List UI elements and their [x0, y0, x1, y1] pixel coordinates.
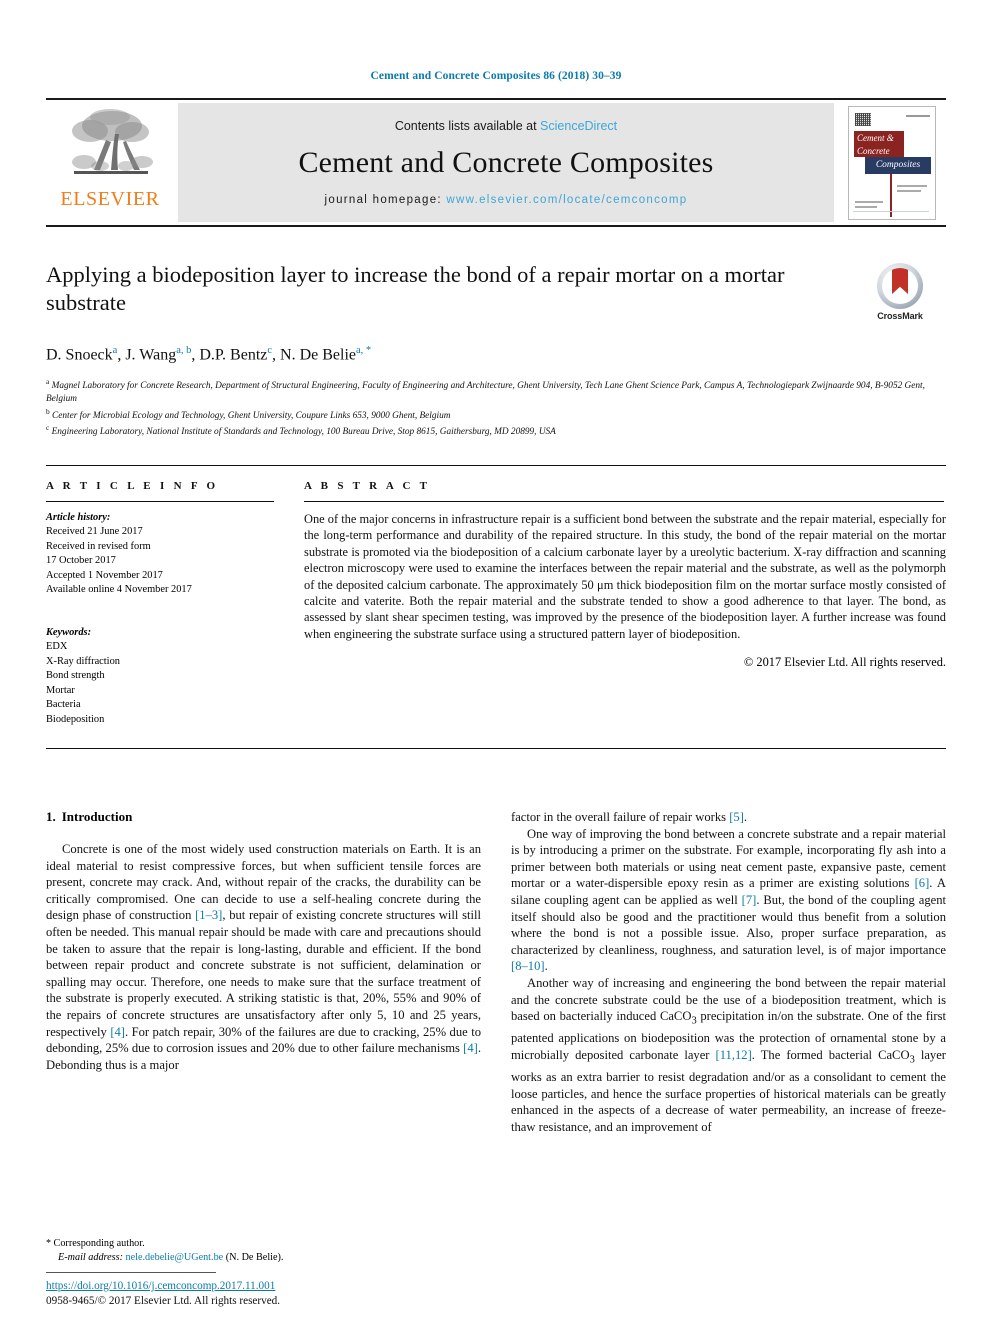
- footer-hairline: [46, 1272, 216, 1273]
- keyword-item-2: Bond strength: [46, 670, 105, 682]
- elsevier-wordmark: ELSEVIER: [60, 188, 160, 210]
- crossmark-label: CrossMark: [877, 311, 923, 321]
- cover-detail-rule-1: [897, 184, 927, 187]
- issn-copyright-line: 0958-9465/© 2017 Elsevier Ltd. All right…: [46, 1295, 281, 1307]
- journal-title: Cement and Concrete Composites: [298, 145, 714, 179]
- affiliation-mark-c: c: [46, 423, 50, 433]
- journal-cover-thumbnail: Cement & Concrete Composites: [848, 105, 936, 220]
- title-row: Applying a biodeposition layer to increa…: [46, 261, 946, 321]
- author-name-0: D. Snoeck: [46, 346, 113, 364]
- corresponding-author-footnote: * Corresponding author. E-mail address: …: [46, 1237, 486, 1265]
- journal-masthead: ELSEVIER Contents lists available at Sci…: [46, 98, 946, 227]
- cover-detail-rule-4: [855, 205, 877, 208]
- cover-title-band-red: Cement & Concrete: [854, 130, 904, 157]
- author-name-3: N. De Belie: [280, 346, 357, 364]
- abstract-text: One of the major concerns in infrastruct…: [304, 511, 946, 641]
- crossmark-badge-group[interactable]: CrossMark: [854, 263, 946, 321]
- cover-top-rule: [906, 114, 930, 117]
- body-columns: 1. Introduction Concrete is one of the mo…: [46, 809, 946, 1135]
- page-title: Applying a biodeposition layer to increa…: [46, 262, 785, 315]
- article-history-label: Article history:: [46, 511, 111, 523]
- affiliation-text-c: Engineering Laboratory, National Institu…: [51, 427, 556, 438]
- corresponding-author-marker: *: [46, 1238, 51, 1249]
- contents-prefix: Contents lists available at: [394, 118, 541, 133]
- body-paragraph: factor in the overall failure of repair …: [511, 809, 748, 824]
- email-line: E-mail address: nele.debelie@UGent.be (N…: [46, 1251, 486, 1265]
- cover-barcode-icon: [855, 112, 871, 126]
- article-info-divider: [46, 500, 274, 502]
- keyword-item-3: Mortar: [46, 684, 75, 696]
- email-label: E-mail address:: [58, 1252, 123, 1263]
- article-history-item-0: Received 21 June 2017: [46, 526, 143, 538]
- sciencedirect-link[interactable]: ScienceDirect: [540, 119, 617, 133]
- abstract-divider: [304, 500, 944, 502]
- journal-homepage-link[interactable]: www.elsevier.com/locate/cemconcomp: [446, 194, 687, 206]
- affiliation-mark-b: b: [46, 406, 50, 416]
- body-paragraph: One way of improving the bond between a …: [511, 826, 947, 974]
- author-marks-3: a, *: [356, 345, 372, 356]
- article-info-heading: A R T I C L E I N F O: [46, 479, 219, 492]
- body-paragraph: Concrete is one of the most widely used …: [46, 841, 481, 1072]
- article-history-item-3: Accepted 1 November 2017: [46, 569, 163, 581]
- section-number: 1.: [46, 808, 56, 824]
- affiliation-item-a: a Magnel Laboratory for Concrete Researc…: [46, 376, 946, 405]
- author-marks-1: a, b: [176, 345, 192, 356]
- homepage-prefix: journal homepage:: [324, 193, 447, 206]
- keyword-item-5: Biodeposition: [46, 713, 105, 725]
- doi-footer: https://doi.org/10.1016/j.cemconcomp.201…: [46, 1272, 506, 1309]
- crossmark-icon-inner: [882, 268, 918, 304]
- article-history-item-4: Available online 4 November 2017: [46, 584, 192, 596]
- body-column-left: 1. Introduction Concrete is one of the mo…: [46, 809, 481, 1135]
- cover-title-line1: Cement &: [857, 132, 894, 143]
- corresponding-author-line: * Corresponding author.: [46, 1237, 486, 1251]
- cover-title-line2: Concrete: [857, 145, 890, 156]
- keywords-block: Keywords: EDX X-Ray diffraction Bond str…: [46, 626, 274, 728]
- author-name-2: D.P. Bentz: [199, 346, 268, 364]
- info-abstract-block: A R T I C L E I N F O Article history: R…: [46, 464, 946, 749]
- section-heading-introduction: 1. Introduction: [46, 809, 481, 825]
- body-column-right: factor in the overall failure of repair …: [511, 809, 946, 1135]
- publisher-logo: ELSEVIER: [46, 100, 174, 225]
- cover-detail-rule-2: [897, 189, 921, 192]
- doi-link[interactable]: https://doi.org/10.1016/j.cemconcomp.201…: [46, 1279, 506, 1294]
- affiliation-item-b: b Center for Microbial Ecology and Techn…: [46, 406, 946, 423]
- author-name-1: J. Wang: [125, 346, 177, 364]
- body-paragraph: Another way of increasing and engineerin…: [511, 975, 946, 1134]
- author-list: D. Snoecka, J. Wanga, b, D.P. Bentzc, N.…: [46, 345, 372, 364]
- running-head: Cement and Concrete Composites 86 (2018)…: [370, 70, 622, 82]
- cover-title-band-navy: Composites: [865, 156, 931, 174]
- affiliation-text-a: Magnel Laboratory for Concrete Research,…: [46, 381, 925, 405]
- abstract-copyright: © 2017 Elsevier Ltd. All rights reserved…: [743, 655, 946, 670]
- keyword-item-0: EDX: [46, 641, 68, 653]
- article-page: Cement and Concrete Composites 86 (2018)…: [0, 0, 992, 1323]
- keywords-label: Keywords:: [46, 626, 92, 638]
- keyword-item-1: X-Ray diffraction: [46, 655, 120, 667]
- affiliation-item-c: c Engineering Laboratory, National Insti…: [46, 422, 946, 439]
- section-title: Introduction: [61, 808, 133, 824]
- author-marks-0: a: [112, 345, 118, 356]
- corresponding-author-label: Corresponding author.: [53, 1238, 145, 1249]
- journal-cover-container: Cement & Concrete Composites: [838, 100, 946, 225]
- affiliation-text-b: Center for Microbial Ecology and Technol…: [52, 410, 451, 421]
- abstract-column: A B S T R A C T One of the major concern…: [298, 480, 946, 730]
- article-history-item-2: 17 October 2017: [46, 555, 116, 567]
- article-info-column: A R T I C L E I N F O Article history: R…: [46, 480, 298, 730]
- email-link[interactable]: nele.debelie@UGent.be: [126, 1252, 224, 1263]
- article-history-item-1: Received in revised form: [46, 540, 151, 552]
- keyword-item-4: Bacteria: [46, 699, 81, 711]
- cover-detail-rule-3: [855, 200, 883, 203]
- crossmark-ribbon-shape: [892, 268, 908, 294]
- affiliation-mark-a: a: [46, 377, 50, 387]
- email-owner: (N. De Belie).: [225, 1252, 284, 1263]
- elsevier-tree-icon: [72, 109, 153, 174]
- journal-homepage-line: journal homepage: www.elsevier.com/locat…: [325, 194, 688, 206]
- cover-detail-rule-5: [853, 210, 929, 212]
- masthead-center: Contents lists available at ScienceDirec…: [178, 103, 834, 222]
- crossmark-icon: [877, 263, 923, 309]
- affiliation-list: a Magnel Laboratory for Concrete Researc…: [46, 376, 946, 439]
- cover-title-line3: Composites: [875, 159, 921, 170]
- author-marks-2: c: [267, 345, 273, 356]
- abstract-heading: A B S T R A C T: [304, 479, 431, 492]
- contents-available-line: Contents lists available at ScienceDirec…: [395, 119, 617, 133]
